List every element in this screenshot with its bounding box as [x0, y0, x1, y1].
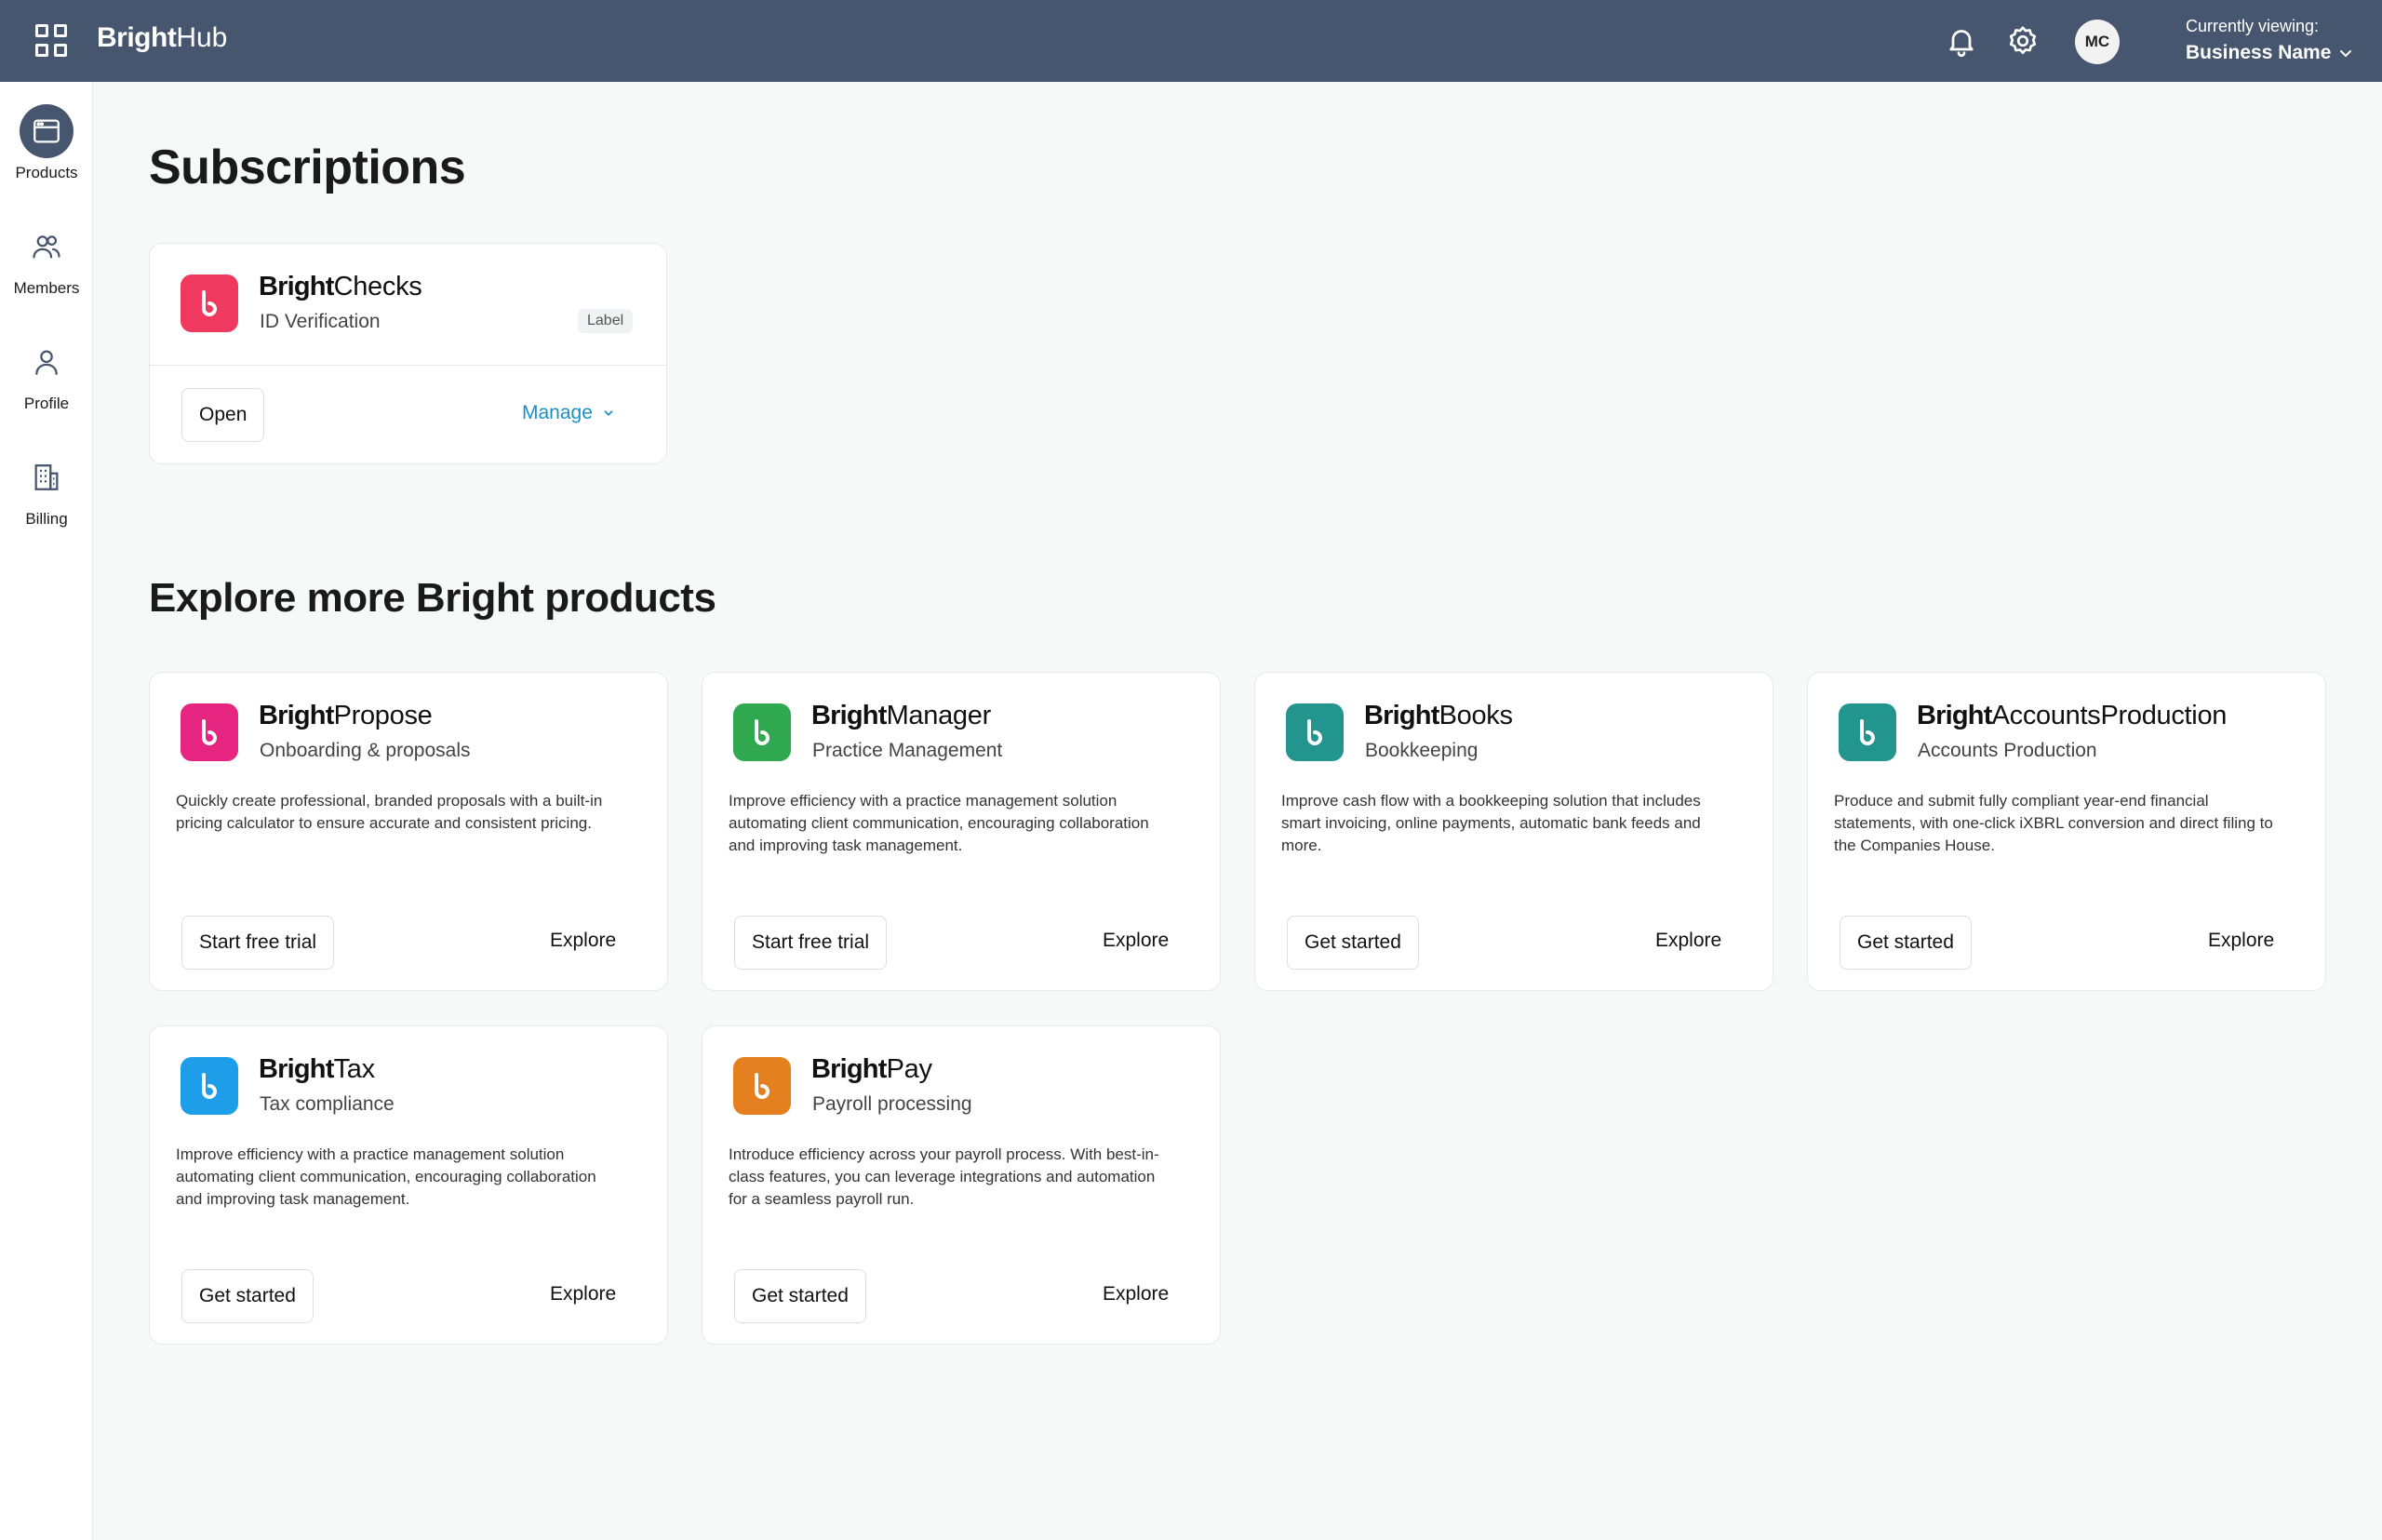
- browser-window-icon: [33, 119, 60, 143]
- chevron-down-icon: [2340, 50, 2352, 58]
- start-free-trial-button[interactable]: Start free trial: [181, 916, 335, 970]
- product-subtitle: Practice Management: [812, 740, 1003, 761]
- sidebar: Products Members Profile Billing: [0, 82, 93, 1540]
- product-card-brightaccountsproduction: BrightAccountsProduction Accounts Produc…: [1807, 672, 2326, 991]
- sidebar-item-label: Products: [15, 164, 78, 181]
- product-card-brightbooks: BrightBooks Bookkeeping Improve cash flo…: [1254, 672, 1773, 991]
- currently-viewing-label: Currently viewing:: [2186, 17, 2320, 35]
- subscription-card-brightchecks: BrightChecks ID Verification Label Open …: [149, 243, 667, 464]
- product-subtitle: Tax compliance: [260, 1093, 395, 1115]
- bright-logo-icon: [1286, 703, 1344, 761]
- page-title: Subscriptions: [149, 141, 466, 194]
- bright-logo-icon: [181, 1057, 238, 1115]
- product-name: BrightChecks: [259, 272, 422, 301]
- start-free-trial-button[interactable]: Start free trial: [734, 916, 888, 970]
- product-card-brighttax: BrightTax Tax compliance Improve efficie…: [149, 1025, 668, 1345]
- users-icon: [33, 235, 60, 259]
- sidebar-item-members[interactable]: Members: [0, 220, 93, 298]
- explore-button[interactable]: Explore: [550, 930, 616, 952]
- get-started-button[interactable]: Get started: [181, 1269, 314, 1323]
- user-avatar[interactable]: MC: [2075, 20, 2120, 64]
- status-badge: Label: [578, 309, 634, 333]
- explore-button[interactable]: Explore: [2208, 930, 2274, 952]
- product-description: Introduce efficiency across your payroll…: [729, 1145, 1159, 1208]
- user-icon: [35, 350, 58, 375]
- get-started-button[interactable]: Get started: [1287, 916, 1419, 970]
- manage-dropdown[interactable]: Manage: [522, 402, 615, 424]
- sidebar-item-label: Profile: [23, 395, 70, 412]
- bright-logo-icon: [733, 703, 791, 761]
- product-description: Improve efficiency with a practice manag…: [176, 1145, 596, 1208]
- chevron-down-icon: [604, 410, 613, 416]
- product-card-brightpropose: BrightPropose Onboarding & proposals Qui…: [149, 672, 668, 991]
- section-title: Explore more Bright products: [149, 575, 716, 621]
- app-grid-icon[interactable]: [35, 24, 69, 58]
- get-started-button[interactable]: Get started: [734, 1269, 866, 1323]
- business-name: Business Name: [2186, 42, 2332, 63]
- product-description: Quickly create professional, branded pro…: [176, 792, 603, 832]
- product-name: BrightAccountsProduction: [1917, 701, 2228, 730]
- product-card-brightmanager: BrightManager Practice Management Improv…: [702, 672, 1221, 991]
- bright-logo-icon: [181, 275, 238, 332]
- explore-button[interactable]: Explore: [1655, 930, 1721, 952]
- sidebar-item-label: Members: [13, 279, 80, 297]
- sidebar-item-products[interactable]: Products: [0, 104, 93, 182]
- product-card-brightpay: BrightPay Payroll processing Introduce e…: [702, 1025, 1221, 1345]
- product-description: Produce and submit fully compliant year-…: [1834, 792, 2273, 854]
- sidebar-item-profile[interactable]: Profile: [0, 335, 93, 413]
- product-name: BrightManager: [811, 701, 991, 730]
- product-description: Improve efficiency with a practice manag…: [729, 792, 1149, 854]
- settings-gear-icon[interactable]: [2006, 24, 2040, 58]
- product-name: BrightPropose: [259, 701, 433, 730]
- bright-logo-icon: [181, 703, 238, 761]
- explore-button[interactable]: Explore: [1103, 930, 1169, 952]
- explore-button[interactable]: Explore: [1103, 1283, 1169, 1306]
- product-description: Improve cash flow with a bookkeeping sol…: [1281, 792, 1701, 854]
- product-subtitle: ID Verification: [260, 311, 381, 332]
- bright-logo-icon: [1839, 703, 1896, 761]
- product-subtitle: Onboarding & proposals: [260, 740, 471, 761]
- product-name: BrightTax: [259, 1054, 375, 1084]
- building-icon: [34, 464, 59, 490]
- bright-logo-icon: [733, 1057, 791, 1115]
- business-switcher[interactable]: Currently viewing: Business Name: [2186, 17, 2353, 64]
- explore-button[interactable]: Explore: [550, 1283, 616, 1306]
- brand-logo[interactable]: BrightHub: [97, 22, 227, 54]
- card-divider: [150, 365, 666, 366]
- manage-label: Manage: [522, 402, 593, 423]
- open-button[interactable]: Open: [181, 388, 265, 442]
- product-name: BrightPay: [811, 1054, 932, 1084]
- get-started-button[interactable]: Get started: [1840, 916, 1972, 970]
- sidebar-item-label: Billing: [25, 510, 68, 528]
- notification-bell-icon[interactable]: [1945, 24, 1978, 58]
- top-bar: BrightHub MC Currently viewing: Business…: [0, 0, 2382, 82]
- product-name: BrightBooks: [1364, 701, 1513, 730]
- sidebar-item-billing[interactable]: Billing: [0, 450, 93, 529]
- product-subtitle: Payroll processing: [812, 1093, 972, 1115]
- product-subtitle: Accounts Production: [1918, 740, 2097, 761]
- product-subtitle: Bookkeeping: [1365, 740, 1479, 761]
